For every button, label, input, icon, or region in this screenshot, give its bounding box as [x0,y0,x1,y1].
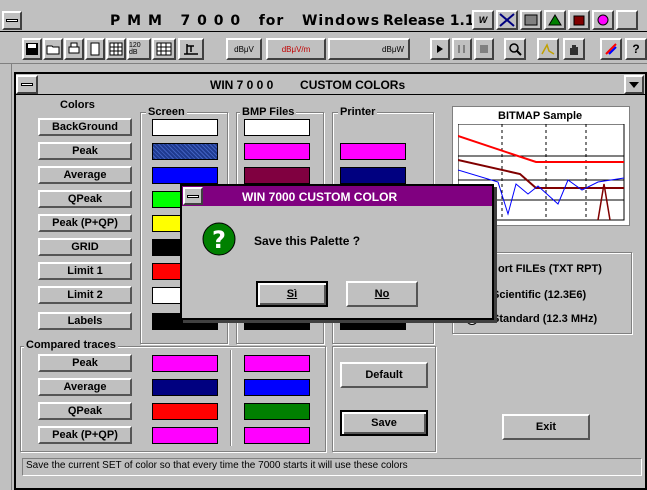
colors-section-label: Colors [60,99,95,111]
unit-dbuvm-button[interactable]: dBμV/m [266,38,326,60]
compared-button-peak-p-qp[interactable]: Peak (P+QP) [38,426,132,444]
compared-swatch-screen[interactable] [152,403,218,420]
play-icon[interactable] [430,38,450,60]
column-header-printer: Printer [338,106,378,118]
dialog-yes-button[interactable]: Sì [256,281,328,307]
color-button-limit-1[interactable]: Limit 1 [38,262,132,280]
marker-icon[interactable] [537,38,559,60]
dialog-message: Save this Palette ? [254,234,361,248]
help-icon[interactable]: ? [625,38,647,60]
tray-icon-3[interactable] [520,10,542,30]
open-folder-icon[interactable] [43,38,63,60]
app-release: Release 1.10 [383,13,485,29]
compared-swatch-bmp[interactable] [244,355,310,372]
default-button[interactable]: Default [340,362,428,388]
window-title: WIN 7 0 0 0 CUSTOM COLORs [210,78,406,92]
window-menu-icon [21,83,33,86]
stop-icon[interactable] [474,38,494,60]
dialog-yes-label: Sì [286,288,298,300]
color-button-average[interactable]: Average [38,166,132,184]
compared-section-label: Compared traces [24,339,118,351]
print-icon[interactable] [64,38,84,60]
antenna-icon[interactable] [178,38,204,60]
pause-icon[interactable] [452,38,472,60]
color-button-grid[interactable]: GRID [38,238,132,256]
color-button-background[interactable]: BackGround [38,118,132,136]
dialog-system-menu-button[interactable] [183,187,203,205]
grid-icon[interactable] [152,38,176,60]
export-group-label: ort FILEs (TXT RPT) [496,263,604,275]
swatch-bmp[interactable] [244,143,310,160]
tray-icon-5[interactable] [568,10,590,30]
compared-swatch-screen[interactable] [152,427,218,444]
swatch-screen[interactable] [152,143,218,160]
question-icon: ? [202,222,236,256]
radio-scientific-label: Scientific (12.3E6) [492,289,587,301]
unit-dbuw-button[interactable]: dBμW [328,38,410,60]
swatch-bmp[interactable] [244,119,310,136]
color-button-peak-p-qp[interactable]: Peak (P+QP) [38,214,132,232]
svg-text:?: ? [212,226,226,254]
swatch-printer[interactable] [340,143,406,160]
dialog-menu-icon [187,194,199,198]
chevron-down-icon [629,81,639,88]
swatch-printer[interactable] [340,167,406,184]
column-header-screen: Screen [146,106,187,118]
tray-icon-4[interactable] [544,10,566,30]
color-button-labels[interactable]: Labels [38,312,132,330]
compared-button-average[interactable]: Average [38,378,132,396]
hand-icon[interactable] [563,38,585,60]
radio-standard-label: Standard (12.3 MHz) [492,313,598,325]
save-button[interactable]: Save [340,410,428,436]
compared-swatch-screen[interactable] [152,379,218,396]
system-menu-icon [6,19,18,22]
document-icon[interactable] [85,38,105,60]
swatch-bmp[interactable] [244,167,310,184]
window-dropdown-button[interactable] [624,75,644,94]
unit-dbuv-button[interactable]: dBμV [226,38,262,60]
compared-swatch-bmp[interactable] [244,427,310,444]
system-menu-button[interactable] [2,11,22,30]
colors-icon[interactable] [600,38,622,60]
zoom-icon[interactable] [504,38,526,60]
table-icon[interactable] [106,38,126,60]
tray-icon-6[interactable] [592,10,614,30]
swatch-screen[interactable] [152,167,218,184]
tray-icon-1[interactable]: W [472,10,494,30]
bitmap-sample-label: BITMAP Sample [498,110,583,122]
app-title: P M M 7 0 0 0 for Windows [110,13,381,29]
tray-icon-2[interactable] [496,10,518,30]
color-button-qpeak[interactable]: QPeak [38,190,132,208]
exit-button[interactable]: Exit [502,414,590,440]
bandwidth-button[interactable]: 120 dB [127,38,151,60]
save-disk-icon[interactable] [22,38,42,60]
window-system-menu-button[interactable] [16,75,38,94]
dialog-no-label: No [374,288,390,300]
swatch-screen[interactable] [152,119,218,136]
dialog-title: WIN 7000 CUSTOM COLOR [242,190,398,204]
column-header-bmp-files: BMP Files [240,106,297,118]
compared-button-qpeak[interactable]: QPeak [38,402,132,420]
dialog-no-button[interactable]: No [346,281,418,307]
tray-icon-7[interactable] [616,10,638,30]
color-button-peak[interactable]: Peak [38,142,132,160]
color-button-limit-2[interactable]: Limit 2 [38,286,132,304]
status-text: Save the current SET of color so that ev… [26,460,408,471]
compared-button-peak[interactable]: Peak [38,354,132,372]
compared-swatch-bmp[interactable] [244,403,310,420]
compared-swatch-bmp[interactable] [244,379,310,396]
compared-swatch-screen[interactable] [152,355,218,372]
